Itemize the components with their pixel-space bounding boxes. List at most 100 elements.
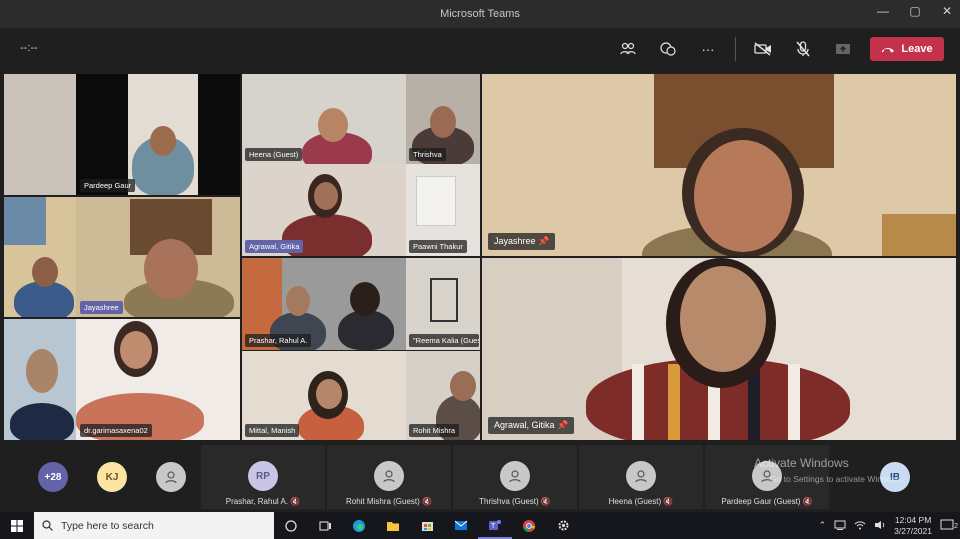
participants-icon[interactable] — [615, 36, 641, 62]
avatar[interactable] — [156, 462, 186, 492]
mail-icon[interactable] — [444, 512, 478, 539]
video-tile-pardeep-gaur[interactable]: Pardeep Gaur — [4, 74, 240, 195]
search-placeholder: Type here to search — [61, 519, 154, 532]
tile-label: dr.garimasaxena02 — [80, 424, 152, 437]
pinned-name: Jayashree — [494, 236, 536, 246]
mic-off-icon: 🔇 — [663, 497, 674, 506]
video-tile-garima-saxena[interactable]: dr.garimasaxena02 — [4, 319, 240, 440]
more-actions-icon[interactable]: ··· — [695, 36, 721, 62]
avatar — [374, 461, 404, 491]
volume-icon[interactable] — [874, 520, 886, 532]
avatar: RP — [248, 461, 278, 491]
clock-time: 12:04 PM — [894, 514, 932, 525]
chrome-icon[interactable] — [512, 512, 546, 539]
video-tile-thrishva[interactable]: Thrishva — [406, 74, 480, 164]
settings-icon[interactable] — [546, 512, 580, 539]
participant-name-text: Heena (Guest) — [608, 497, 662, 506]
video-tile-gitika-small[interactable]: Agrawal, Gitika — [242, 164, 406, 256]
tile-label: "Reema Kalia (Gues — [409, 334, 480, 347]
participant-tile[interactable]: Heena (Guest) 🔇 — [579, 445, 703, 509]
toolbar-divider — [735, 37, 736, 61]
tile-label: Mittal, Manish — [245, 424, 300, 437]
video-tile-manish-mittal[interactable]: Mittal, Manish — [242, 351, 406, 440]
participant-name: Prashar, Rahul A. 🔇 — [201, 497, 325, 506]
pinned-video-jayashree[interactable]: Jayashree 📌 — [482, 74, 956, 256]
teams-icon[interactable]: T — [478, 512, 512, 539]
store-icon[interactable] — [410, 512, 444, 539]
person-icon — [509, 470, 521, 483]
tile-label: Rohit Mishra — [409, 424, 460, 437]
mic-off-icon: 🔇 — [802, 497, 813, 506]
participant-name: Thrishva (Guest) 🔇 — [453, 497, 577, 506]
svg-text:T: T — [491, 523, 496, 530]
participant-tile[interactable]: Rohit Mishra (Guest) 🔇 — [327, 445, 451, 509]
participant-name-text: Rohit Mishra (Guest) — [346, 497, 420, 506]
reactions-icon[interactable] — [655, 36, 681, 62]
person-icon — [165, 471, 177, 484]
pinned-name: Agrawal, Gitika — [494, 420, 555, 430]
avatar-initials: RP — [256, 470, 270, 482]
participant-name: Heena (Guest) 🔇 — [579, 497, 703, 506]
participant-name-text: Prashar, Rahul A. — [225, 497, 289, 506]
video-tile-jayashree-small[interactable]: Jayashree — [4, 197, 240, 317]
pin-icon: 📌 — [557, 420, 569, 430]
taskbar-search[interactable]: Type here to search — [34, 512, 274, 539]
participant-tile[interactable]: Thrishva (Guest) 🔇 — [453, 445, 577, 509]
activate-windows-watermark: Activate Windows — [754, 456, 849, 470]
participant-strip: +28 KJ RP Prashar, Rahul A. 🔇 Rohit Mish… — [0, 442, 960, 512]
wifi-icon[interactable] — [854, 520, 866, 532]
meeting-controls: ··· Leave — [615, 36, 944, 62]
video-tile-rohit-mishra[interactable]: Rohit Mishra — [406, 351, 480, 440]
share-screen-icon[interactable] — [830, 36, 856, 62]
participant-name-text: Pardeep Gaur (Guest) — [721, 497, 801, 506]
taskbar-clock[interactable]: 12:04 PM 3/27/2021 — [894, 515, 932, 537]
window-title: Microsoft Teams — [440, 8, 520, 20]
avatar-initials: KJ — [105, 471, 119, 483]
camera-off-icon[interactable] — [750, 36, 776, 62]
overflow-participants-button[interactable]: +28 — [38, 462, 68, 492]
maximize-icon[interactable]: ▢ — [908, 4, 922, 18]
task-view-icon[interactable] — [308, 512, 342, 539]
tile-label: Heena (Guest) — [245, 148, 303, 161]
edge-icon[interactable] — [342, 512, 376, 539]
overflow-count: +28 — [44, 471, 62, 483]
video-tile-paawni-thakur[interactable]: Paawni Thakur — [406, 164, 480, 256]
mic-off-icon: 🔇 — [290, 497, 301, 506]
meeting-timer: --:-- — [20, 42, 38, 54]
mic-off-icon[interactable] — [790, 36, 816, 62]
cortana-icon[interactable] — [274, 512, 308, 539]
tile-label: Jayashree — [80, 301, 123, 314]
participant-name-text: Thrishva (Guest) — [479, 497, 539, 506]
windows-taskbar: Type here to search T ⌃ 12:04 PM 3/27/20… — [0, 512, 960, 539]
notification-count: 2 — [954, 522, 958, 530]
leave-button[interactable]: Leave — [870, 37, 944, 61]
avatar — [626, 461, 656, 491]
pinned-label: Agrawal, Gitika 📌 — [488, 417, 575, 434]
pinned-video-gitika-agrawal[interactable]: Agrawal, Gitika 📌 — [482, 258, 956, 440]
video-tile-heena[interactable]: Heena (Guest) — [242, 74, 406, 164]
start-button[interactable] — [0, 512, 34, 539]
avatar — [500, 461, 530, 491]
windows-logo-icon — [11, 519, 23, 532]
mic-off-icon: 🔇 — [422, 497, 432, 506]
participant-name: Pardeep Gaur (Guest) 🔇 — [705, 497, 829, 506]
network-icon[interactable] — [834, 520, 846, 532]
participant-tile[interactable]: RP Prashar, Rahul A. 🔇 — [201, 445, 325, 509]
show-hidden-icons-icon[interactable]: ⌃ — [819, 520, 827, 531]
avatar[interactable]: KJ — [97, 462, 127, 492]
clock-date: 3/27/2021 — [894, 525, 932, 536]
video-tile-reema-kalia[interactable]: "Reema Kalia (Gues — [406, 258, 480, 350]
file-explorer-icon[interactable] — [376, 512, 410, 539]
phone-hangup-icon — [882, 47, 895, 52]
close-icon[interactable]: ✕ — [940, 4, 954, 18]
tile-label: Thrishva — [409, 148, 446, 161]
pin-icon: 📌 — [538, 236, 550, 246]
tile-label: Agrawal, Gitika — [245, 240, 304, 253]
minimize-icon[interactable]: — — [876, 4, 890, 18]
video-tile-rahul-prashar[interactable]: Prashar, Rahul A. — [242, 258, 406, 350]
video-stage: Pardeep Gaur Heena (Guest) Thrishva Agra… — [0, 72, 960, 442]
pinned-label: Jayashree 📌 — [488, 233, 556, 250]
notification-center-icon[interactable]: 2 — [940, 519, 958, 533]
activate-windows-subtext: Go to Settings to activate Windows. — [770, 474, 905, 484]
tile-label: Pardeep Gaur — [80, 179, 136, 192]
